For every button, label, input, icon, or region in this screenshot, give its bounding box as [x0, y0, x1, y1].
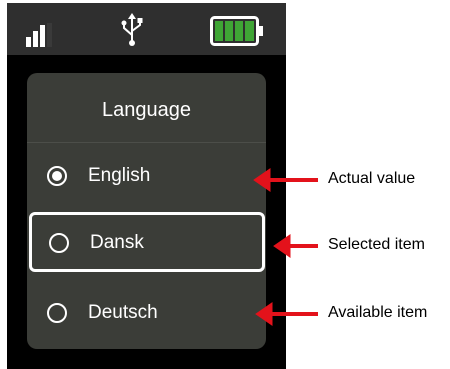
radio-checked-icon	[47, 166, 67, 186]
device-screen: Language English Dansk Deutsch	[7, 3, 286, 369]
menu-title: Language	[102, 99, 191, 121]
option-label: English	[88, 165, 151, 186]
status-bar	[7, 3, 286, 55]
language-menu: Language English Dansk Deutsch	[27, 73, 266, 349]
annotation-available-item: Available item	[328, 304, 428, 321]
language-option-english[interactable]: English	[27, 145, 266, 205]
language-option-dansk[interactable]: Dansk	[29, 212, 265, 272]
usb-icon	[121, 13, 143, 46]
annotation-selected-item: Selected item	[328, 236, 425, 253]
title-divider	[27, 142, 266, 143]
battery-full-icon	[210, 16, 263, 46]
language-option-deutsch[interactable]: Deutsch	[27, 282, 266, 342]
radio-unchecked-icon	[47, 303, 67, 323]
option-label: Deutsch	[88, 302, 158, 323]
radio-unchecked-icon	[49, 233, 69, 253]
annotation-actual-value: Actual value	[328, 170, 416, 187]
signal-bars-icon	[26, 23, 52, 47]
option-label: Dansk	[90, 232, 144, 253]
